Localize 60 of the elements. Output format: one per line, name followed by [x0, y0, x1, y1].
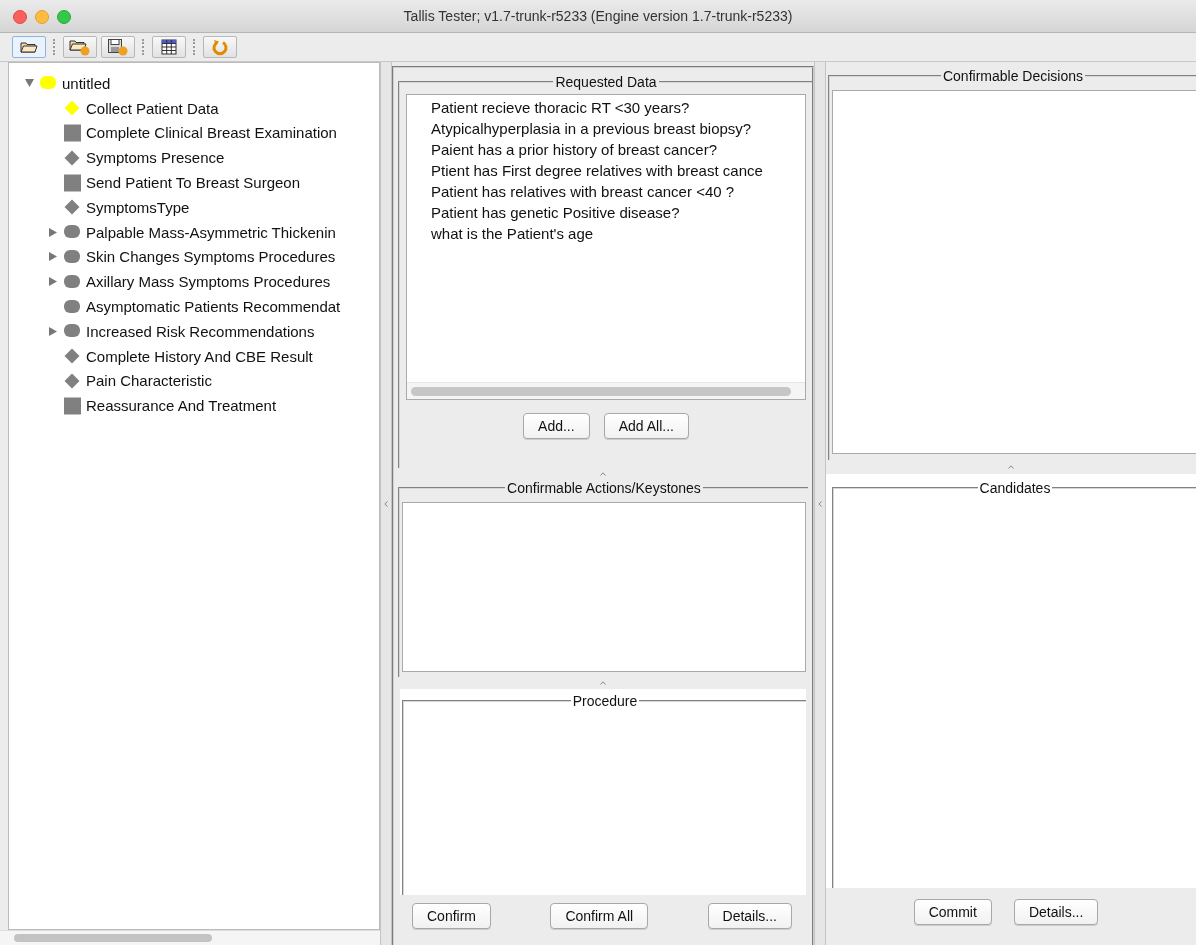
- tree-item[interactable]: SymptomsType: [9, 195, 379, 220]
- tree-item[interactable]: Skin Changes Symptoms Procedures: [9, 244, 379, 270]
- splitter-grip-icon[interactable]: [384, 500, 388, 507]
- tree-item[interactable]: Symptoms Presence: [9, 145, 379, 171]
- collapsed-triangle-icon[interactable]: [49, 277, 57, 287]
- minimize-button[interactable]: [35, 10, 49, 24]
- list-item[interactable]: Patient has genetic Positive disease?: [431, 202, 805, 223]
- tree-item[interactable]: Complete History And CBE Result: [9, 343, 379, 369]
- list-item[interactable]: Patient has relatives with breast cancer <40 ?: [431, 181, 805, 202]
- add-button[interactable]: Add All...: [603, 413, 689, 439]
- window-title: Tallis Tester; v1.7-trunk-r5233 (Engine version 1.7-trunk-r5233): [403, 8, 793, 24]
- horizontal-scrollbar[interactable]: [0, 930, 380, 945]
- toolbar-button[interactable]: [152, 36, 186, 58]
- tree-item[interactable]: Asymptomatic Patients Recommendat: [9, 294, 379, 319]
- toolbar-button[interactable]: [101, 36, 135, 58]
- toolbar-button[interactable]: [12, 36, 46, 58]
- confirm-button[interactable]: Confirm: [412, 903, 491, 929]
- group-title: Requested Data: [554, 74, 658, 90]
- list-item[interactable]: Atypicalhyperplasia in a previous breast biopsy?: [431, 118, 805, 139]
- tree-item[interactable]: Collect Patient Data: [9, 95, 379, 121]
- tree-item[interactable]: Complete Clinical Breast Examination: [9, 120, 379, 146]
- tree-item[interactable]: untitled: [9, 71, 379, 96]
- splitter-grip-icon[interactable]: [600, 472, 606, 476]
- tree-item[interactable]: Pain Characteristic: [9, 368, 379, 394]
- splitter-grip-icon[interactable]: [1008, 465, 1014, 469]
- splitter-grip-icon[interactable]: [818, 500, 822, 507]
- zoom-button[interactable]: [57, 10, 71, 24]
- table-icon: [161, 39, 177, 55]
- folder-icon: [20, 40, 38, 54]
- scrollbar-thumb[interactable]: [14, 934, 212, 942]
- splitter-grip-icon[interactable]: [600, 681, 606, 685]
- expanded-triangle-icon[interactable]: [24, 79, 34, 88]
- details-button[interactable]: Details...: [707, 903, 792, 929]
- collapsed-triangle-icon[interactable]: [49, 227, 57, 237]
- confirm-button[interactable]: Confirm All: [550, 903, 649, 929]
- commit-button[interactable]: Commit: [913, 899, 992, 925]
- floppy-disk-icon: [107, 38, 129, 56]
- group-title: Procedure: [571, 693, 639, 709]
- group-title: Confirmable Actions/Keystones: [506, 480, 702, 496]
- scrollbar-thumb[interactable]: [411, 386, 791, 396]
- add-button[interactable]: Add...: [523, 413, 590, 439]
- group-title: Confirmable Decisions: [941, 68, 1085, 84]
- group-title: Candidates: [978, 480, 1052, 496]
- folder-icon: [69, 38, 91, 56]
- collapsed-triangle-icon[interactable]: [49, 252, 57, 262]
- tree-item[interactable]: Increased Risk Recommendations: [9, 318, 379, 344]
- tree-item[interactable]: Reassurance And Treatment: [9, 393, 379, 419]
- close-button[interactable]: [13, 10, 27, 24]
- list-item[interactable]: Paient has a prior history of breast cancer?: [431, 139, 805, 160]
- list-item[interactable]: what is the Patient's age: [431, 223, 805, 244]
- tree-item[interactable]: Palpable Mass-Asymmetric Thickenin: [9, 219, 379, 245]
- list-item[interactable]: Patient recieve thoracic RT <30 years?: [431, 97, 805, 118]
- details-button[interactable]: Details...: [1013, 899, 1099, 925]
- horizontal-scrollbar[interactable]: [407, 382, 805, 399]
- refresh-icon: [211, 38, 229, 56]
- toolbar-button[interactable]: [63, 36, 97, 58]
- tree-item[interactable]: Axillary Mass Symptoms Procedures: [9, 269, 379, 295]
- collapsed-triangle-icon[interactable]: [49, 326, 57, 336]
- list-item[interactable]: Ptient has First degree relatives with breast cance: [431, 160, 805, 181]
- tree-item[interactable]: Send Patient To Breast Surgeon: [9, 170, 379, 195]
